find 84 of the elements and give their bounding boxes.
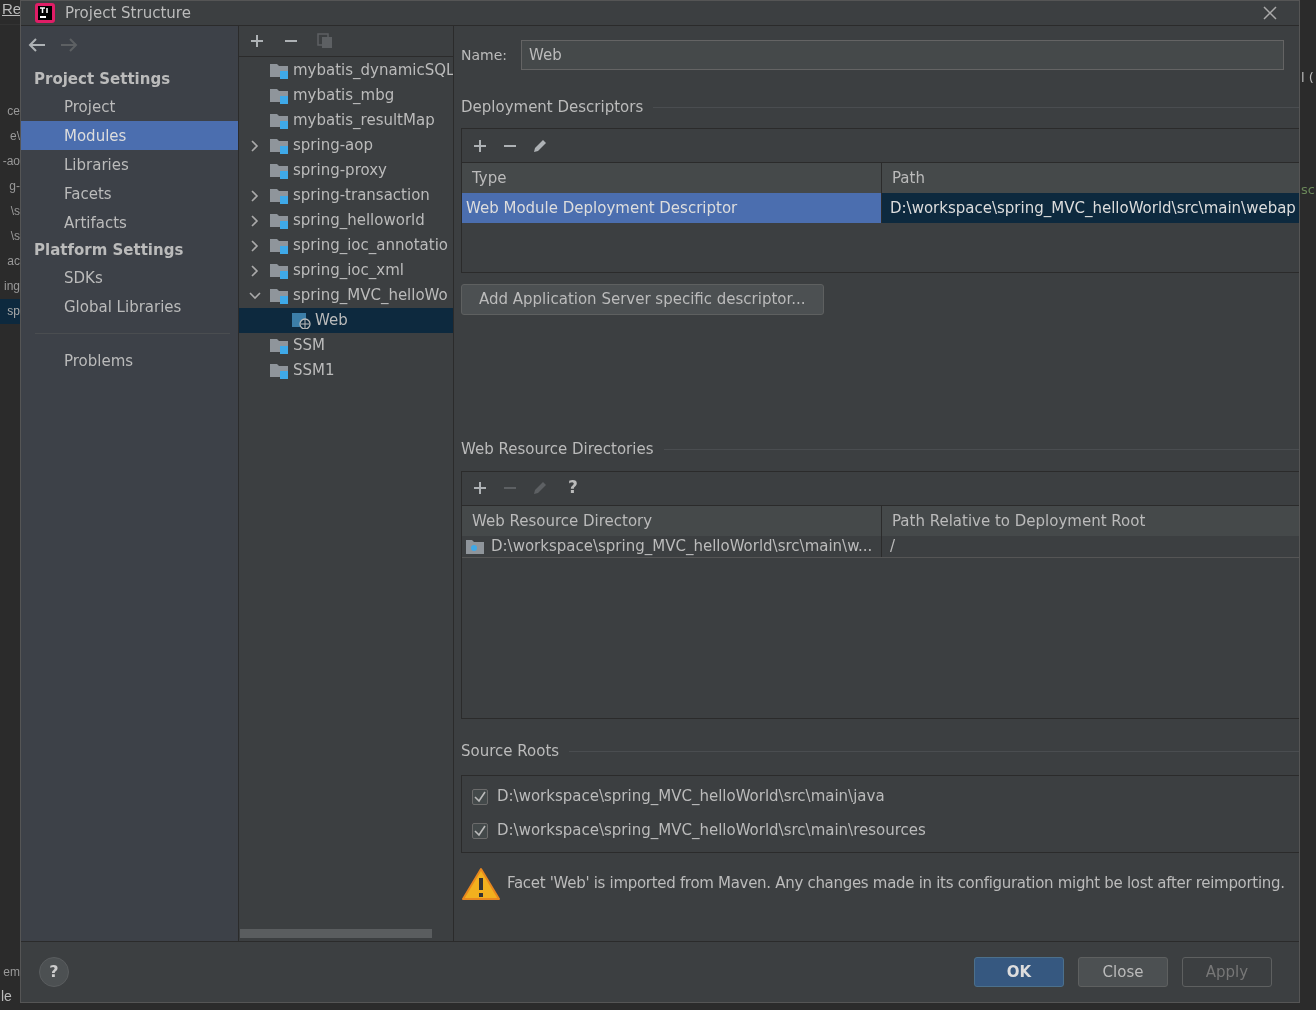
warning-icon <box>462 866 500 901</box>
editor-text: l ( <box>1300 69 1315 87</box>
nav-item[interactable]: Libraries <box>21 150 238 179</box>
dialog-button[interactable]: Close <box>1078 957 1168 987</box>
nav-item[interactable]: Facets <box>21 179 238 208</box>
help-button[interactable]: ? <box>39 957 69 987</box>
module-folder-icon <box>270 262 289 279</box>
app-logo-icon <box>35 3 55 23</box>
table-row[interactable]: D:\workspace\spring_MVC_helloWorld\src\main\w... / <box>462 535 1299 558</box>
checkbox[interactable] <box>472 788 488 805</box>
scrollbar[interactable] <box>240 929 432 938</box>
section-title: Web Resource Directories <box>461 439 654 461</box>
tree-item[interactable]: spring_ioc_xml <box>239 258 453 283</box>
web-facet-icon <box>292 312 311 329</box>
help-icon[interactable]: ? <box>562 475 584 501</box>
tree-item-text: -ao <box>1 153 20 170</box>
section-title: Source Roots <box>461 741 560 763</box>
window-title: Project Structure <box>65 2 191 24</box>
table-cell-text: D:\workspace\spring_MVC_helloWorld\src\main\w... <box>491 536 873 557</box>
tree-item-text: ing <box>3 278 20 295</box>
tree-item-text: sp <box>0 299 20 324</box>
tree-item[interactable]: spring-aop <box>239 133 453 158</box>
tree-item-text: \s <box>9 203 20 220</box>
column-header[interactable]: Path Relative to Deployment Root <box>882 505 1299 536</box>
close-icon[interactable] <box>1263 6 1277 20</box>
nav-item[interactable]: SDKs <box>21 263 238 292</box>
module-folder-icon <box>270 237 289 254</box>
nav-item[interactable]: Modules <box>21 121 238 150</box>
check-icon <box>474 790 486 803</box>
module-folder-icon <box>270 112 289 129</box>
checkbox-label: D:\workspace\spring_MVC_helloWorld\src\main\java <box>497 786 885 808</box>
tab-label: em <box>2 964 20 981</box>
tree-item-text: \s <box>9 228 20 245</box>
add-icon[interactable] <box>249 33 265 49</box>
status-text: le <box>0 987 13 1006</box>
tree-item-text: ac <box>6 253 20 270</box>
add-icon[interactable] <box>472 480 488 496</box>
tree-item[interactable]: SSM <box>239 333 453 358</box>
nav-item[interactable]: Project <box>21 92 238 121</box>
section-heading: Platform Settings <box>33 240 185 261</box>
section-title: Deployment Descriptors <box>461 96 644 118</box>
name-field[interactable]: Web <box>521 40 1284 70</box>
table-cell: D:\workspace\spring_MVC_helloWorld\src\main\webap <box>882 193 1299 223</box>
module-folder-icon <box>270 212 289 229</box>
module-folder-icon <box>270 362 289 379</box>
tree-item[interactable]: spring_helloworld <box>239 208 453 233</box>
tree-item[interactable]: spring_MVC_helloWo <box>239 283 453 308</box>
tree-item[interactable]: Web <box>239 308 453 333</box>
field-label: Name: <box>461 45 508 65</box>
web-folder-icon <box>466 538 484 554</box>
tree-item[interactable]: mybatis_resultMap <box>239 108 453 133</box>
checkbox-label: D:\workspace\spring_MVC_helloWorld\src\main\resources <box>497 820 926 842</box>
add-icon[interactable] <box>472 137 488 154</box>
tree-item-text: e\ <box>9 128 20 145</box>
module-folder-icon <box>270 162 289 179</box>
back-arrow-icon[interactable] <box>28 38 46 52</box>
section-heading: Project Settings <box>33 69 172 90</box>
check-icon <box>474 824 486 837</box>
tree-item[interactable]: SSM1 <box>239 358 453 383</box>
table-cell-text: Web Module Deployment Descriptor <box>466 198 738 219</box>
module-folder-icon <box>270 87 289 104</box>
table-cell-text: / <box>889 536 897 557</box>
editor-text: sc <box>1300 180 1316 199</box>
tree-item[interactable]: spring-transaction <box>239 183 453 208</box>
module-folder-icon <box>270 137 289 154</box>
add-descriptor-button[interactable]: Add Application Server specific descriptor... <box>461 284 824 315</box>
nav-item[interactable]: Artifacts <box>21 208 238 237</box>
column-header[interactable]: Path <box>882 163 1299 193</box>
module-folder-icon <box>270 337 289 354</box>
tree-item[interactable]: spring-proxy <box>239 158 453 183</box>
ok-button[interactable]: OK <box>974 957 1064 987</box>
module-folder-icon <box>270 287 289 304</box>
pencil-icon[interactable] <box>532 137 548 154</box>
module-folder-icon <box>270 187 289 204</box>
tree-item[interactable]: mybatis_mbg <box>239 83 453 108</box>
warning-text: Facet 'Web' is imported from Maven. Any changes made in its configuration might be lost after reimporting. <box>507 873 1285 895</box>
checkbox[interactable] <box>472 822 488 839</box>
nav-item[interactable]: Global Libraries <box>21 292 238 321</box>
module-folder-icon <box>270 62 289 79</box>
tree-item[interactable]: spring_ioc_annotatio <box>239 233 453 258</box>
tree-item-text: g- <box>8 178 20 195</box>
nav-item[interactable]: Problems <box>21 346 238 375</box>
column-header[interactable]: Web Resource Directory <box>462 505 882 536</box>
tree-item-text: ce <box>6 103 20 120</box>
